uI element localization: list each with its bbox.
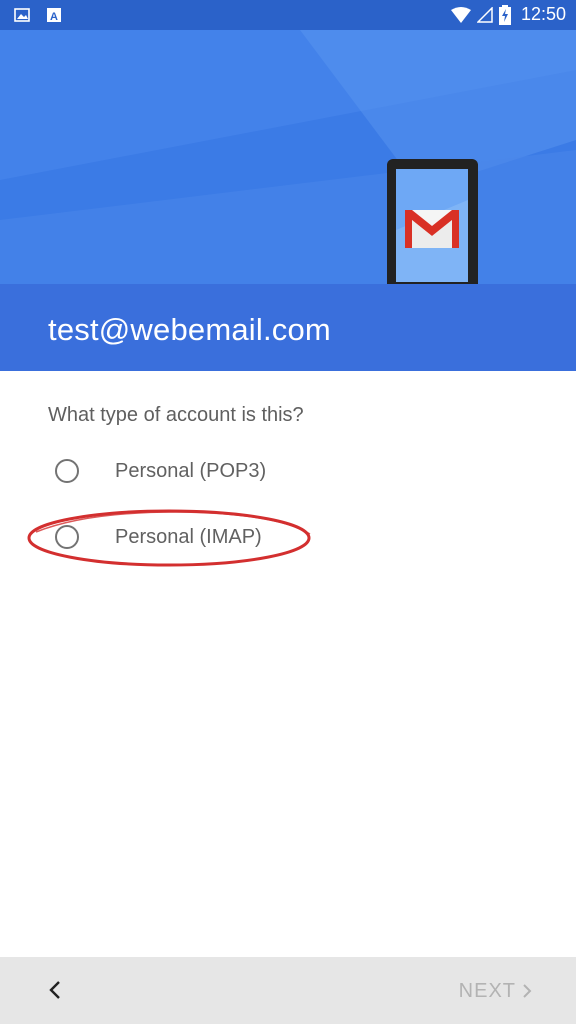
option-pop3[interactable]: Personal (POP3): [40, 443, 340, 499]
battery-charging-icon: [498, 4, 511, 25]
status-system: 12:50: [450, 4, 566, 25]
bottom-navigation-bar: NEXT: [0, 957, 576, 1024]
chevron-left-icon: [49, 981, 60, 999]
status-notifications: A: [14, 7, 62, 23]
option-imap[interactable]: Personal (IMAP): [40, 509, 340, 565]
account-type-question: What type of account is this?: [48, 404, 304, 426]
signal-icon: [476, 6, 493, 23]
wifi-icon: [450, 6, 471, 23]
radio-imap[interactable]: [55, 525, 79, 549]
back-button[interactable]: [34, 969, 76, 1011]
radio-pop3[interactable]: [55, 459, 79, 483]
option-imap-label: Personal (IMAP): [115, 525, 262, 548]
status-bar: A 12:50: [0, 0, 576, 30]
phone-illustration-icon: [387, 159, 478, 299]
status-clock: 12:50: [520, 4, 566, 24]
option-pop3-label: Personal (POP3): [115, 459, 267, 482]
account-header: test@webemail.com: [0, 30, 576, 371]
image-notification-icon: [14, 8, 30, 22]
svg-text:A: A: [50, 11, 58, 23]
gmail-logo-icon: [405, 210, 459, 248]
next-button[interactable]: NEXT: [459, 971, 532, 1011]
account-email: test@webemail.com: [48, 312, 331, 347]
next-button-label: NEXT: [458, 979, 516, 1002]
text-notification-icon: A: [47, 8, 61, 23]
chevron-right-icon: [523, 984, 532, 998]
